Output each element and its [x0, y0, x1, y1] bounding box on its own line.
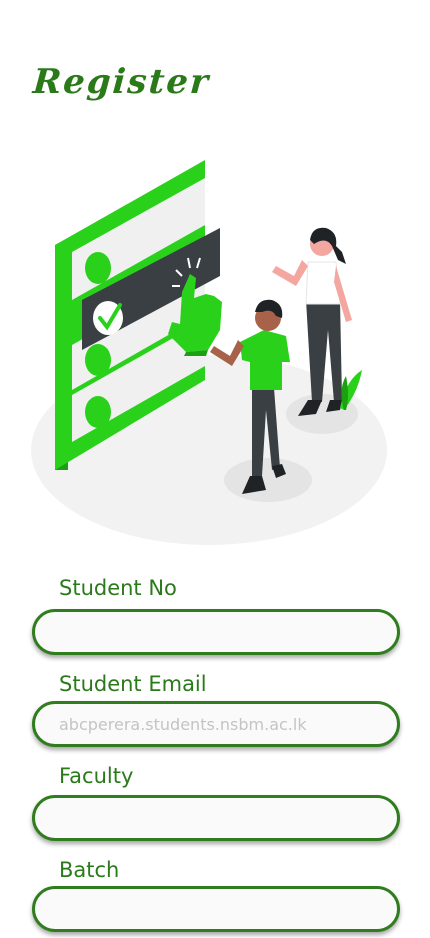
- row-bullet-4: [85, 396, 111, 428]
- page-title: Register: [31, 62, 212, 102]
- woman-arm-left: [272, 260, 308, 286]
- faculty-input[interactable]: [32, 795, 400, 841]
- student-email-label: Student Email: [59, 672, 207, 696]
- student-no-label: Student No: [59, 576, 177, 600]
- person-shadow-left: [224, 458, 312, 502]
- student-email-input[interactable]: [32, 701, 400, 747]
- registration-illustration: [31, 160, 387, 545]
- batch-input[interactable]: [32, 886, 400, 932]
- faculty-label: Faculty: [59, 764, 134, 788]
- row-bullet-3: [85, 344, 111, 376]
- batch-label: Batch: [59, 858, 120, 882]
- row-bullet-1: [85, 252, 111, 284]
- student-no-input[interactable]: [32, 609, 400, 655]
